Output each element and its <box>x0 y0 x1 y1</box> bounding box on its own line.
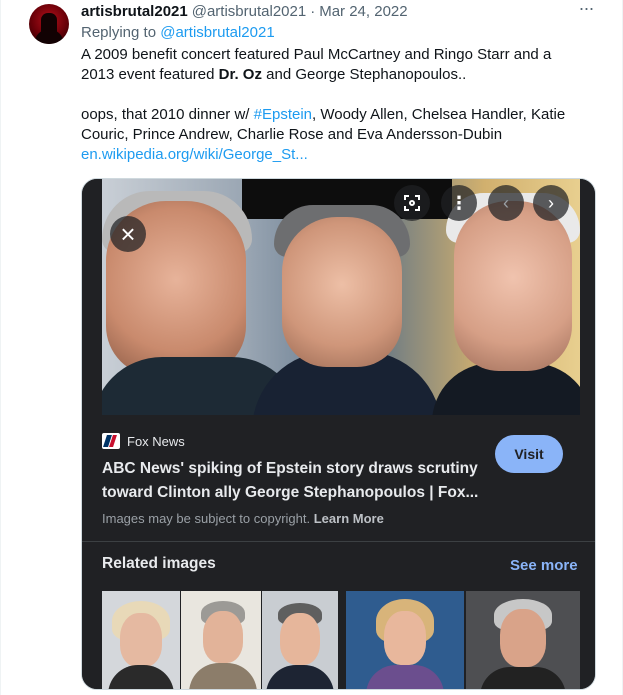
tweet-text-line: oops, that 2010 dinner w/ #Epstein, Wood… <box>81 105 601 125</box>
see-more-link[interactable]: See more <box>510 557 578 574</box>
related-image-thumbnail[interactable] <box>262 591 338 689</box>
thumb-face <box>203 611 243 663</box>
close-icon[interactable]: × <box>110 216 146 252</box>
wikipedia-link[interactable]: en.wikipedia.org/wiki/George_St... <box>81 145 601 165</box>
divider <box>82 541 595 542</box>
separator-dot: · <box>310 2 316 20</box>
user-handle[interactable]: @artisbrutal2021 <box>192 3 306 20</box>
tweet-text-segment: , Woody Allen, Chelsea Handler, Katie <box>312 106 566 123</box>
tweet-header: artisbrutal2021 @artisbrutal2021 · Mar 2… <box>81 1 408 21</box>
tweet-text: A 2009 benefit concert featured Paul McC… <box>81 45 601 165</box>
google-image-panel: × ⋮ ‹ › Fox News ABC News' spiking of Ep… <box>82 179 595 689</box>
tweet-text-segment: 2013 event featured <box>81 66 219 83</box>
replying-to-handle[interactable]: @artisbrutal2021 <box>160 24 274 41</box>
learn-more-link[interactable]: Learn More <box>314 511 384 526</box>
thumb-body <box>189 663 257 689</box>
hashtag-link[interactable]: #Epstein <box>254 106 312 123</box>
related-image-thumbnail[interactable] <box>181 591 261 689</box>
related-image-thumbnail[interactable] <box>346 591 464 689</box>
display-name[interactable]: artisbrutal2021 <box>81 3 188 20</box>
attached-image-card[interactable]: × ⋮ ‹ › Fox News ABC News' spiking of Ep… <box>81 178 596 690</box>
result-title-line: toward Clinton ally George Stephanopoulo… <box>102 484 479 501</box>
related-images-strip <box>102 591 580 689</box>
source-name: Fox News <box>127 433 185 449</box>
tweet-text-line: Couric, Prince Andrew, Charlie Rose and … <box>81 126 503 143</box>
thumb-body <box>480 667 566 689</box>
copyright-text: Images may be subject to copyright. <box>102 511 311 526</box>
replying-to: Replying to @artisbrutal2021 <box>81 24 275 41</box>
tweet-text-segment: and George Stephanopoulos.. <box>261 66 467 83</box>
thumb-face <box>120 613 162 667</box>
fox-news-logo-icon <box>102 433 120 449</box>
lens-icon[interactable] <box>394 185 430 221</box>
result-title[interactable]: ABC News' spiking of Epstein story draws… <box>102 457 487 505</box>
thumb-body <box>108 665 174 689</box>
tweet-text-line: A 2009 benefit concert featured Paul McC… <box>81 46 552 63</box>
replying-to-label: Replying to <box>81 24 157 41</box>
lens-glyph <box>404 195 420 211</box>
thumb-body <box>366 665 444 689</box>
more-horizontal-icon[interactable]: ··· <box>575 0 597 22</box>
tweet-text-bold: Dr. Oz <box>218 66 262 83</box>
copyright-notice: Images may be subject to copyright. Lear… <box>102 511 384 526</box>
thumb-face <box>384 611 426 665</box>
chevron-right-icon[interactable]: › <box>533 185 569 221</box>
tweet-date[interactable]: Mar 24, 2022 <box>319 3 407 20</box>
thumb-face <box>280 613 320 665</box>
visit-button[interactable]: Visit <box>495 435 563 473</box>
chevron-left-icon[interactable]: ‹ <box>488 185 524 221</box>
source-row[interactable]: Fox News <box>102 431 185 451</box>
more-vertical-icon[interactable]: ⋮ <box>441 185 477 221</box>
related-images-heading: Related images <box>102 555 216 572</box>
related-image-thumbnail[interactable] <box>102 591 180 689</box>
tweet[interactable]: artisbrutal2021 @artisbrutal2021 · Mar 2… <box>0 0 623 695</box>
avatar[interactable] <box>29 4 69 44</box>
tweet-text-line: 2013 event featured Dr. Oz and George St… <box>81 65 601 85</box>
thumb-face <box>500 609 546 667</box>
avatar-figure-body <box>35 30 63 44</box>
tweet-text-segment: oops, that 2010 dinner w/ <box>81 106 254 123</box>
person-face <box>282 217 402 367</box>
related-image-thumbnail[interactable] <box>466 591 580 689</box>
thumb-body <box>266 665 334 689</box>
person-face <box>454 201 572 371</box>
result-title-line: ABC News' spiking of Epstein story draws… <box>102 460 478 477</box>
